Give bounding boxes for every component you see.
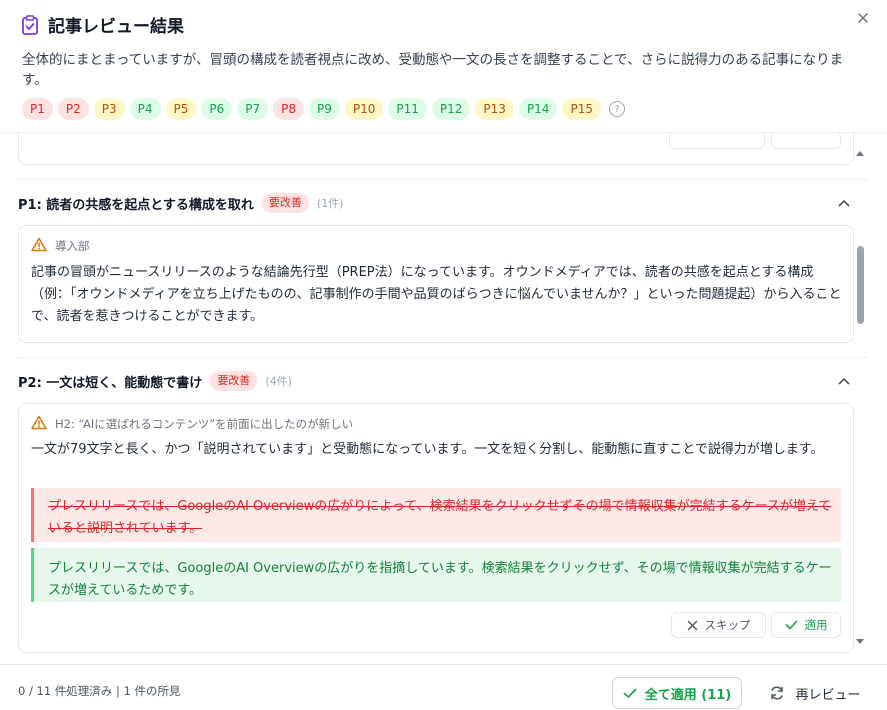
apply-button-label: 適用 bbox=[804, 618, 828, 632]
tag-p9[interactable]: P9 bbox=[309, 98, 340, 120]
tag-p13[interactable]: P13 bbox=[475, 98, 514, 120]
section-p1-status-badge: 要改善 bbox=[261, 193, 309, 213]
apply-button[interactable]: 適用 bbox=[771, 612, 841, 638]
section-p2-title: P2: 一文は短く、能動態で書け bbox=[18, 375, 203, 391]
section-p2-count: (4件) bbox=[265, 375, 292, 388]
tag-p11[interactable]: P11 bbox=[388, 98, 427, 120]
principle-tags: P1 P2 P3 P4 P5 P6 P7 P8 P9 P10 P11 P12 P… bbox=[22, 98, 625, 120]
check-icon bbox=[785, 620, 797, 630]
tag-p4[interactable]: P4 bbox=[129, 98, 161, 120]
tag-p3[interactable]: P3 bbox=[93, 98, 125, 120]
previous-apply-button[interactable] bbox=[771, 133, 841, 149]
section-p1-count: (1件) bbox=[316, 197, 344, 210]
close-button[interactable] bbox=[851, 6, 875, 30]
section-p1-header[interactable]: P1: 読者の共感を起点とする構成を取れ 要改善 (1件) bbox=[18, 189, 854, 217]
tag-p8[interactable]: P8 bbox=[273, 98, 304, 120]
apply-all-label: 全て適用 (11) bbox=[644, 687, 732, 703]
chevron-up-icon[interactable] bbox=[834, 371, 854, 391]
tag-p7[interactable]: P7 bbox=[237, 98, 269, 120]
divider bbox=[18, 357, 868, 358]
review-summary: 全体的にまとまっていますが、冒頭の構成を読者視点に改め、受動態や一文の長さを調整… bbox=[22, 52, 844, 88]
finding-location: H2: “AIに選ばれるコンテンツ”を前面に出したのが新しい bbox=[31, 415, 353, 433]
progress-status: 0 / 11 件処理済み | 1 件の所見 bbox=[18, 684, 181, 698]
finding-location-label: H2: “AIに選ばれるコンテンツ”を前面に出したのが新しい bbox=[55, 417, 354, 431]
warning-icon bbox=[31, 415, 47, 433]
tag-p6[interactable]: P6 bbox=[201, 98, 233, 120]
scrollbar[interactable] bbox=[854, 150, 866, 650]
scroll-down-icon[interactable] bbox=[856, 637, 864, 645]
close-icon bbox=[858, 13, 868, 23]
suggested-text: プレスリリースでは、GoogleのAI Overviewの広がりを指摘しています… bbox=[48, 561, 832, 598]
previous-skip-button[interactable] bbox=[669, 133, 765, 149]
previous-card-remnant bbox=[18, 133, 854, 165]
title-row: 記事レビュー結果 bbox=[20, 12, 184, 37]
finding-text: 一文が79文字と長く、かつ「説明されています」と受動態になっています。一文を短く… bbox=[31, 442, 824, 457]
dialog-header: 記事レビュー結果 全体的にまとまっていますが、冒頭の構成を読者視点に改め、受動態… bbox=[0, 0, 887, 132]
rereview-button[interactable]: 再レビュー bbox=[760, 677, 870, 709]
tag-p12[interactable]: P12 bbox=[431, 98, 471, 120]
refresh-icon bbox=[771, 686, 784, 700]
x-icon bbox=[687, 620, 697, 630]
finding-location: 導入部 bbox=[31, 237, 90, 255]
apply-all-button[interactable]: 全て適用 (11) bbox=[612, 677, 742, 709]
dialog-title: 記事レビュー結果 bbox=[48, 17, 184, 37]
tag-p1[interactable]: P1 bbox=[22, 98, 53, 120]
finding-location-label: 導入部 bbox=[55, 239, 90, 253]
tag-p5[interactable]: P5 bbox=[165, 98, 197, 120]
divider bbox=[18, 179, 868, 180]
help-circle-icon[interactable]: ? bbox=[608, 101, 625, 117]
skip-button[interactable]: スキップ bbox=[671, 612, 766, 638]
section-p1-title: P1: 読者の共感を起点とする構成を取れ bbox=[18, 197, 254, 213]
deleted-text: プレスリリースでは、GoogleのAI Overviewの広がりによって、検索結… bbox=[48, 499, 832, 536]
tag-p15[interactable]: P15 bbox=[562, 98, 601, 120]
scroll-up-icon[interactable] bbox=[856, 150, 864, 158]
scrollbar-thumb[interactable] bbox=[857, 246, 864, 324]
skip-button-label: スキップ bbox=[704, 618, 751, 632]
clipboard-check-icon bbox=[20, 14, 40, 35]
section-p2-status-badge: 要改善 bbox=[210, 371, 258, 391]
tag-p10[interactable]: P10 bbox=[344, 98, 384, 120]
section-p2-header[interactable]: P2: 一文は短く、能動態で書け 要改善 (4件) bbox=[18, 367, 854, 395]
check-icon bbox=[623, 688, 637, 698]
dialog-footer: 0 / 11 件処理済み | 1 件の所見 全て適用 (11) 再レビュー bbox=[0, 664, 887, 710]
tag-p14[interactable]: P14 bbox=[518, 98, 558, 120]
suggested-text-block: プレスリリースでは、GoogleのAI Overviewの広がりを指摘しています… bbox=[31, 548, 841, 602]
finding-text: 記事の冒頭がニュースリリースのような結論先行型（PREP法）になっています。オウ… bbox=[31, 265, 842, 324]
rereview-label: 再レビュー bbox=[795, 687, 861, 703]
findings-scroll-area[interactable]: P1: 読者の共感を起点とする構成を取れ 要改善 (1件) 導入部 記事の冒頭が… bbox=[0, 132, 887, 662]
finding-card-p1: 導入部 記事の冒頭がニュースリリースのような結論先行型（PREP法）になっていま… bbox=[18, 225, 854, 343]
finding-card-p2: H2: “AIに選ばれるコンテンツ”を前面に出したのが新しい 一文が79文字と長… bbox=[18, 403, 854, 653]
deleted-text-block: プレスリリースでは、GoogleのAI Overviewの広がりによって、検索結… bbox=[31, 488, 841, 542]
warning-icon bbox=[31, 237, 47, 255]
tag-p2[interactable]: P2 bbox=[57, 98, 89, 120]
chevron-up-icon[interactable] bbox=[834, 193, 854, 213]
